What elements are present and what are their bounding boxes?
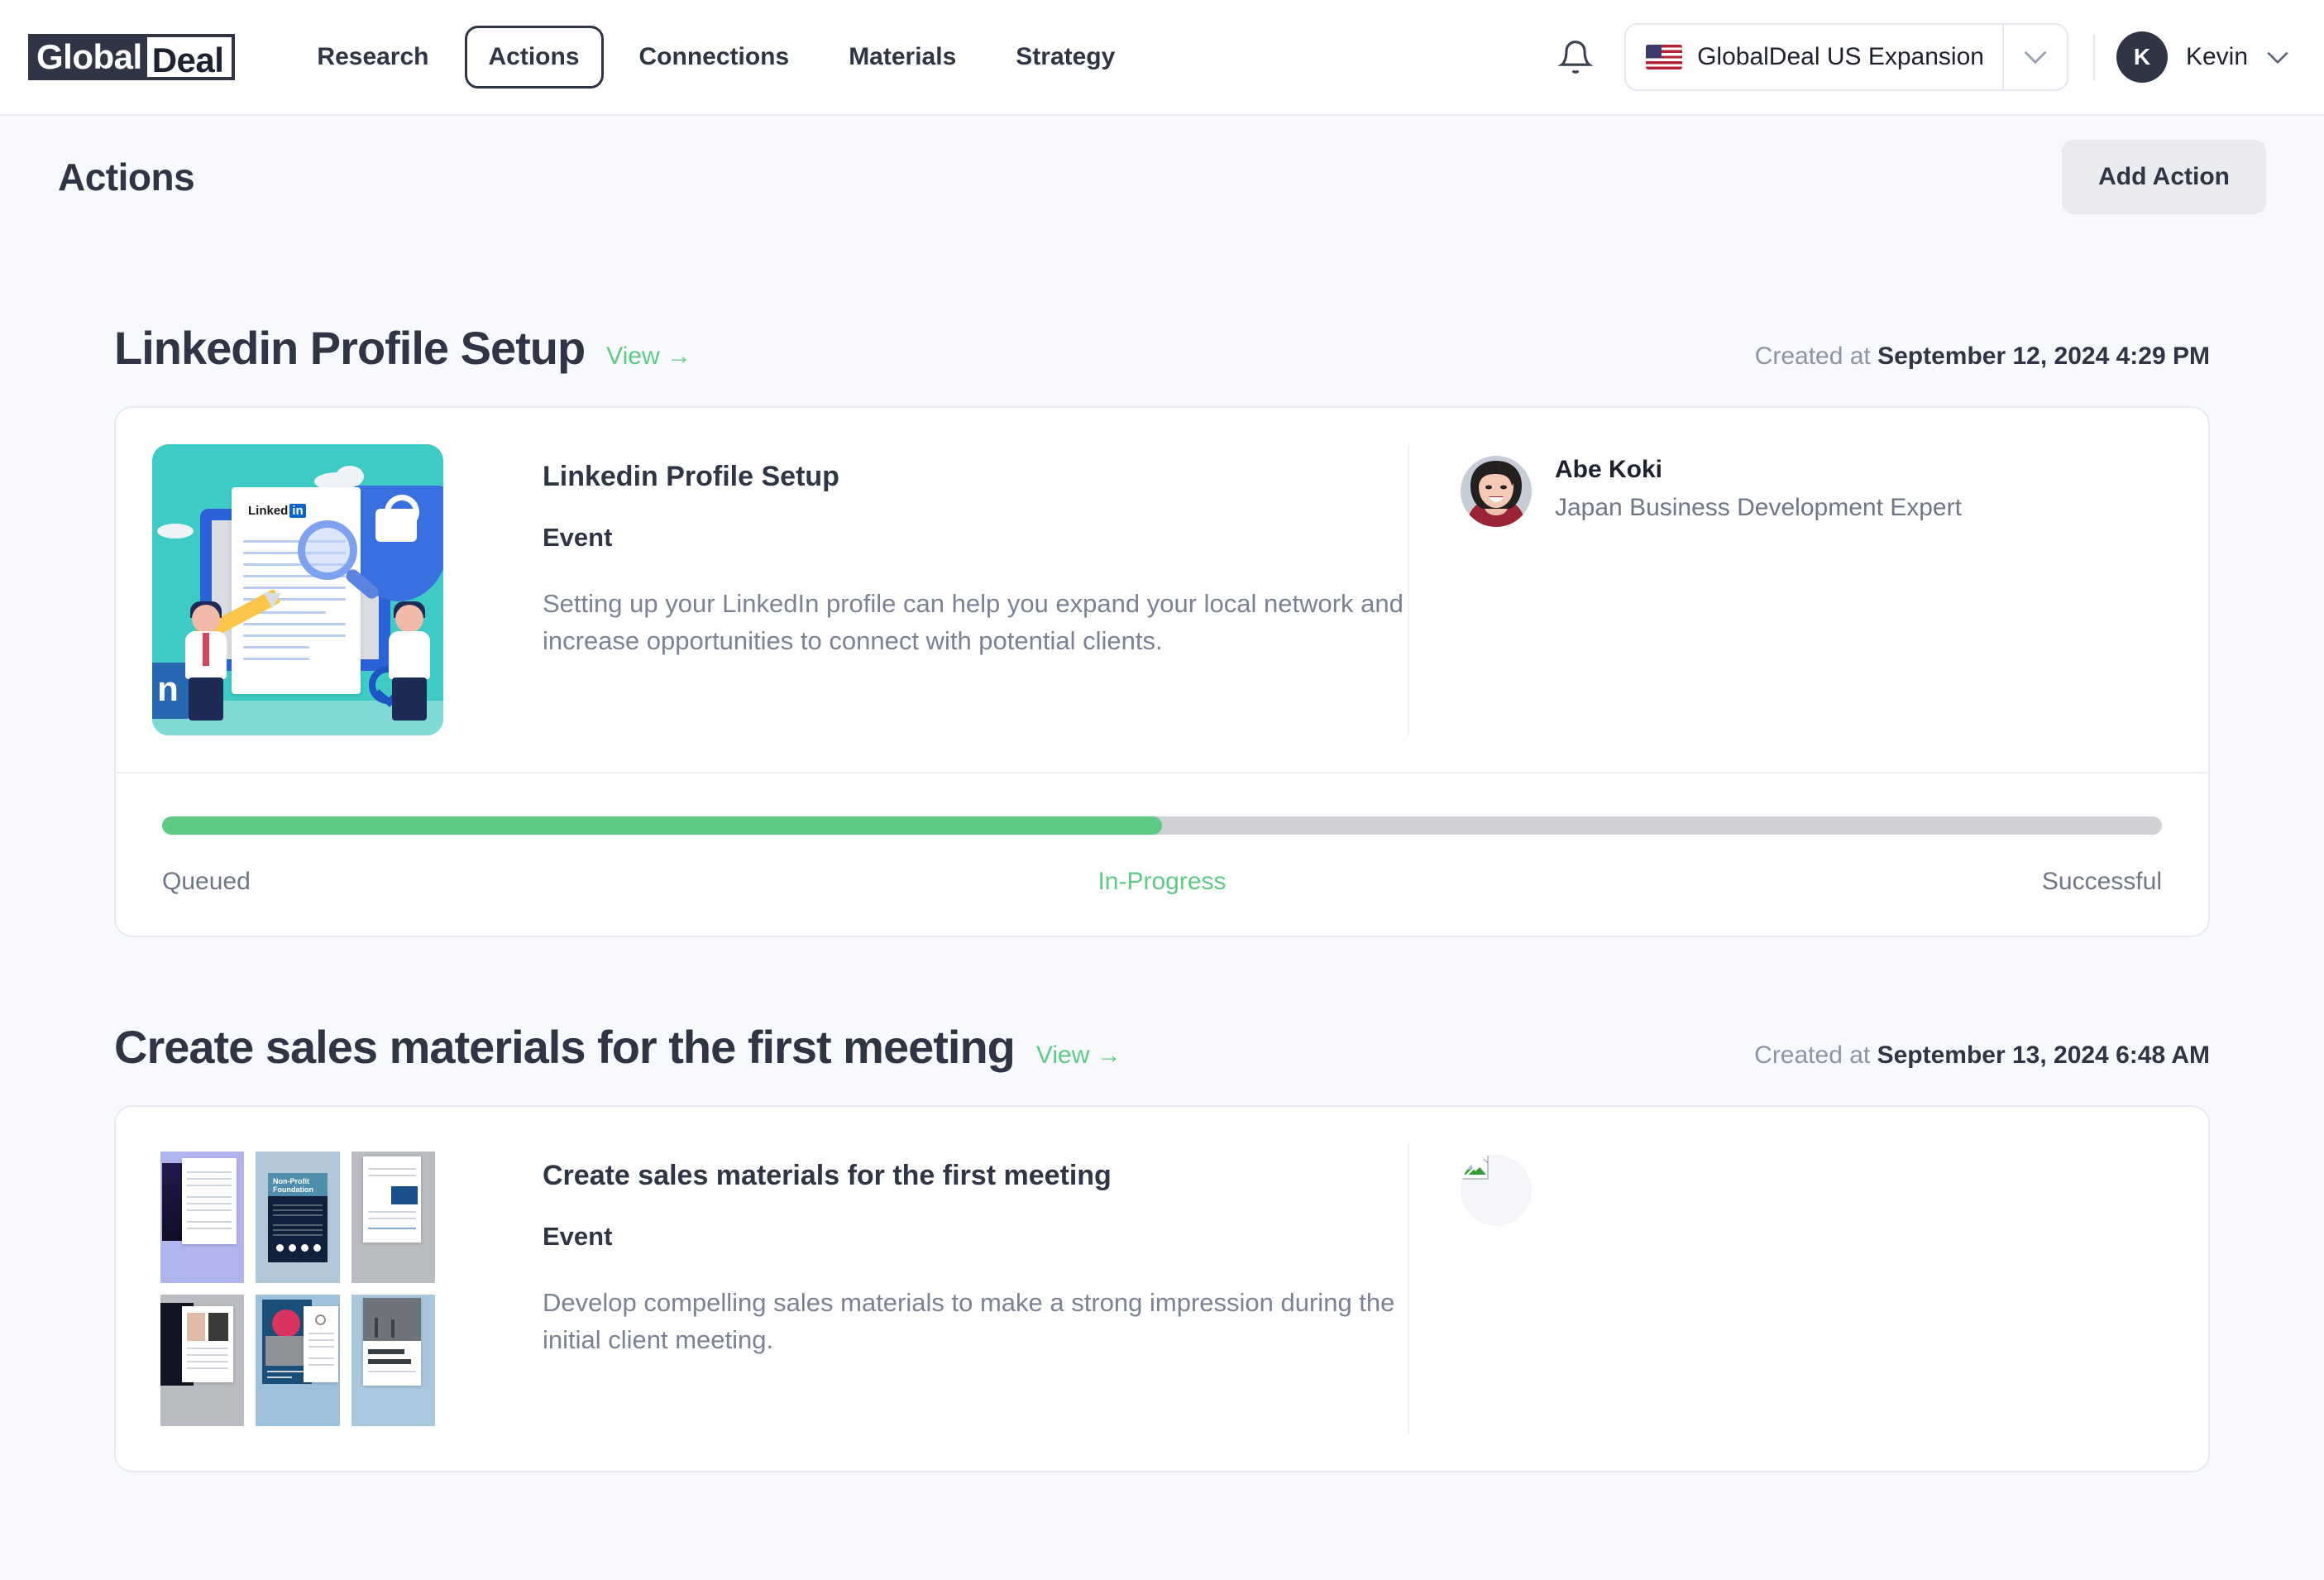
action-card-description: Setting up your LinkedIn profile can hel… [543,589,1403,655]
expert-portrait-image [1461,456,1532,527]
top-bar-right: GlobalDeal US Expansion K Kevin [1550,23,2289,91]
progress-label-queued: Queued [162,868,251,895]
nav-item-strategy[interactable]: Strategy [992,26,1139,89]
us-flag-icon [1646,45,1683,69]
brand-logo[interactable]: Global Deal [28,34,236,80]
view-action-link[interactable]: View → [1036,1041,1121,1070]
action-card-text: Linkedin Profile Setup Event Setting up … [443,444,1408,735]
action-section-header: Linkedin Profile Setup View → Created at… [114,321,2210,375]
top-navigation-bar: Global Deal Research Actions Connections … [0,0,2324,116]
action-title: Linkedin Profile Setup [114,322,586,374]
nav-item-research[interactable]: Research [293,26,452,89]
action-section-header: Create sales materials for the first mee… [114,1020,2210,1074]
action-card-kind: Event [543,1222,613,1251]
expert-section [1408,1143,2169,1434]
page-container: Actions Add Action Linkedin Profile Setu… [0,116,2324,1472]
created-timestamp: September 13, 2024 6:48 AM [1877,1041,2210,1069]
bell-icon [1557,41,1594,74]
chevron-down-icon [2267,51,2288,64]
created-prefix: Created at [1754,1041,1877,1069]
created-prefix: Created at [1754,342,1878,370]
workspace-name: GlobalDeal US Expansion [1697,43,1984,70]
progress-label-in-progress: In-Progress [1097,868,1227,895]
broken-image-icon [1461,1155,1489,1180]
linkedin-profile-illustration: n Linked in [152,444,443,735]
created-timestamp: September 12, 2024 4:29 PM [1877,342,2210,370]
main-nav: Research Actions Connections Materials S… [293,26,1139,89]
notifications-button[interactable] [1550,31,1601,83]
action-card-body: Non-Profit Foundation Create sales mater… [116,1107,2208,1471]
workspace-selector[interactable]: GlobalDeal US Expansion [1624,23,2068,91]
header-divider [2092,34,2095,80]
brand-logo-part-one: Global [28,34,147,80]
action-card-kind: Event [543,523,613,552]
action-card[interactable]: Non-Profit Foundation Create sales mater… [114,1105,2210,1472]
action-title: Create sales materials for the first mee… [114,1021,1016,1073]
expert-name: Abe Koki [1555,456,1663,483]
action-progress-section: Queued In-Progress Successful [116,772,2208,936]
nav-item-actions[interactable]: Actions [464,26,604,89]
expert-section: Abe Koki Japan Business Development Expe… [1408,444,2169,735]
created-at-label: Created at September 12, 2024 4:29 PM [1755,342,2210,371]
action-card-text: Create sales materials for the first mee… [443,1143,1408,1434]
action-card-description: Develop compelling sales materials to ma… [543,1288,1395,1354]
action-card-body: n Linked in Linkedin Profile Setup Event… [116,408,2208,772]
progress-bar-fill [162,816,1162,835]
page-header: Actions Add Action [35,116,2289,238]
add-action-button[interactable]: Add Action [2062,140,2266,214]
nav-item-materials[interactable]: Materials [825,26,980,89]
expert-photo [1461,456,1532,527]
nav-item-connections[interactable]: Connections [615,26,814,89]
chevron-down-icon [2024,50,2047,65]
progress-label-successful: Successful [2041,868,2162,895]
actions-list: Linkedin Profile Setup View → Created at… [35,321,2289,1472]
view-action-link[interactable]: View → [606,342,691,371]
action-card-title: Create sales materials for the first mee… [543,1160,1112,1191]
created-at-label: Created at September 13, 2024 6:48 AM [1754,1041,2210,1070]
sales-materials-grid-illustration: Non-Profit Foundation [152,1143,443,1434]
expert-role: Japan Business Development Expert [1555,494,1962,521]
action-card-title: Linkedin Profile Setup [543,461,839,492]
user-name: Kevin [2185,43,2248,70]
progress-bar-track [162,816,2162,835]
broken-image-placeholder [1461,1155,1532,1226]
brand-logo-part-two: Deal [146,34,236,80]
user-menu[interactable]: K Kevin [2116,31,2289,83]
progress-labels: Queued In-Progress Successful [162,868,2162,896]
workspace-dropdown-toggle[interactable] [2004,50,2067,65]
action-card[interactable]: n Linked in Linkedin Profile Setup Event… [114,406,2210,937]
expert-info: Abe Koki Japan Business Development Expe… [1555,456,1962,522]
avatar: K [2116,31,2168,83]
page-title: Actions [58,156,195,199]
